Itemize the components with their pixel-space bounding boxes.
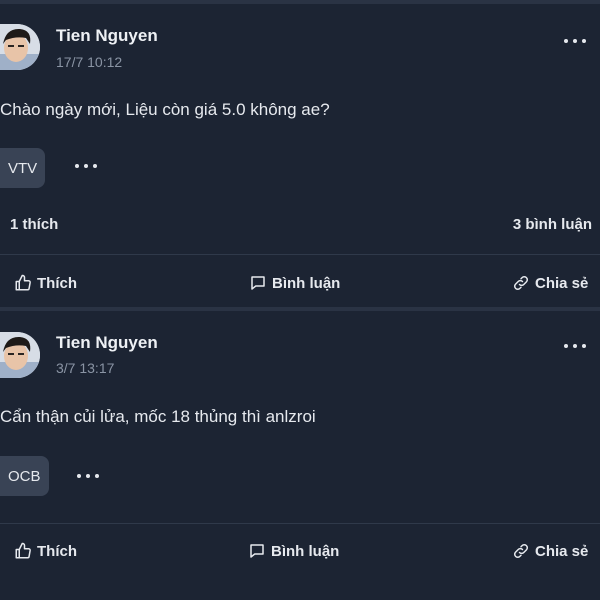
share-button[interactable]: Chia sẻ — [512, 271, 588, 295]
like-label: Thích — [37, 274, 77, 292]
post-actions: Thích Bình luận Chia sẻ — [0, 539, 600, 563]
post-content: Cẩn thận củi lửa, mốc 18 thủng thì anlzr… — [0, 407, 316, 426]
comment-button[interactable]: Bình luận — [249, 271, 340, 295]
link-chain-icon — [513, 543, 529, 559]
divider — [0, 523, 600, 524]
more-options-icon[interactable] — [564, 34, 586, 48]
author-name[interactable]: Tien Nguyen — [56, 26, 158, 46]
link-chain-icon — [513, 275, 529, 291]
divider — [0, 254, 600, 255]
post-actions: Thích Bình luận Chia sẻ — [0, 271, 600, 295]
reaction-stats: 1 thích 3 bình luận — [0, 216, 600, 236]
author-name[interactable]: Tien Nguyen — [56, 333, 158, 353]
post-timestamp[interactable]: 17/7 10:12 — [56, 54, 122, 70]
comment-button[interactable]: Bình luận — [248, 539, 339, 563]
post-timestamp[interactable]: 3/7 13:17 — [56, 360, 114, 376]
post-card: Tien Nguyen 17/7 10:12 Chào ngày mới, Li… — [0, 0, 600, 307]
like-button[interactable]: Thích — [14, 539, 77, 563]
thumbs-up-icon — [15, 274, 31, 291]
avatar[interactable] — [0, 24, 40, 70]
share-label: Chia sẻ — [535, 542, 589, 560]
like-button[interactable]: Thích — [14, 271, 77, 295]
like-label: Thích — [37, 542, 77, 560]
post-content: Chào ngày mới, Liệu còn giá 5.0 không ae… — [0, 100, 330, 119]
comment-count[interactable]: 3 bình luận — [513, 216, 592, 233]
more-options-icon[interactable] — [564, 339, 586, 353]
stock-tag-chip[interactable]: OCB — [0, 456, 49, 496]
like-count[interactable]: 1 thích — [10, 216, 58, 233]
feed: Tien Nguyen 17/7 10:12 Chào ngày mới, Li… — [0, 0, 600, 600]
share-label: Chia sẻ — [535, 274, 589, 292]
comment-label: Bình luận — [272, 274, 341, 292]
post-card: Tien Nguyen 3/7 13:17 Cẩn thận củi lửa, … — [0, 311, 600, 600]
comment-bubble-icon — [250, 544, 264, 558]
tag-more-icon[interactable] — [77, 471, 99, 481]
tag-more-icon[interactable] — [75, 161, 97, 171]
thumbs-up-icon — [15, 542, 31, 559]
share-button[interactable]: Chia sẻ — [512, 539, 588, 563]
comment-label: Bình luận — [271, 542, 340, 560]
stock-tag-chip[interactable]: VTV — [0, 148, 46, 188]
avatar[interactable] — [0, 332, 40, 378]
comment-bubble-icon — [251, 276, 265, 290]
